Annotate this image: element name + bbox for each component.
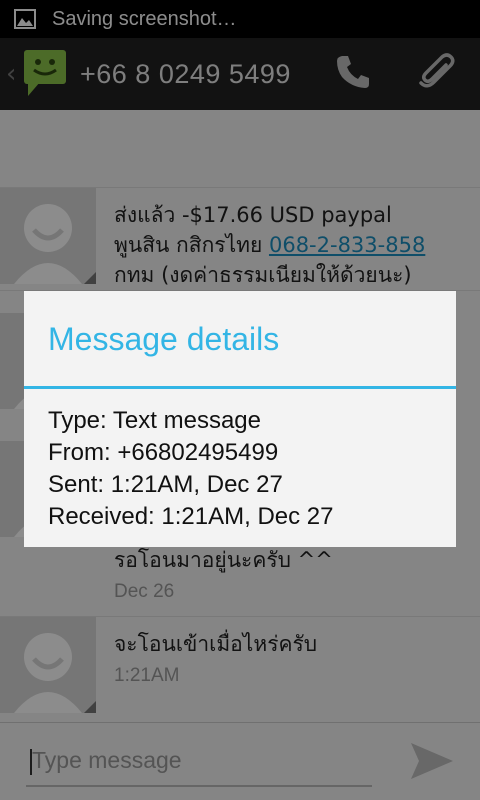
message-details-dialog: Message details Type: Text message From:… (24, 291, 456, 547)
dialog-divider (24, 386, 456, 389)
dialog-title: Message details (48, 321, 280, 357)
detail-type: Type: Text message (48, 407, 261, 434)
detail-from: From: +66802495499 (48, 439, 279, 466)
detail-sent: Sent: 1:21AM, Dec 27 (48, 471, 283, 498)
detail-received: Received: 1:21AM, Dec 27 (48, 503, 334, 530)
